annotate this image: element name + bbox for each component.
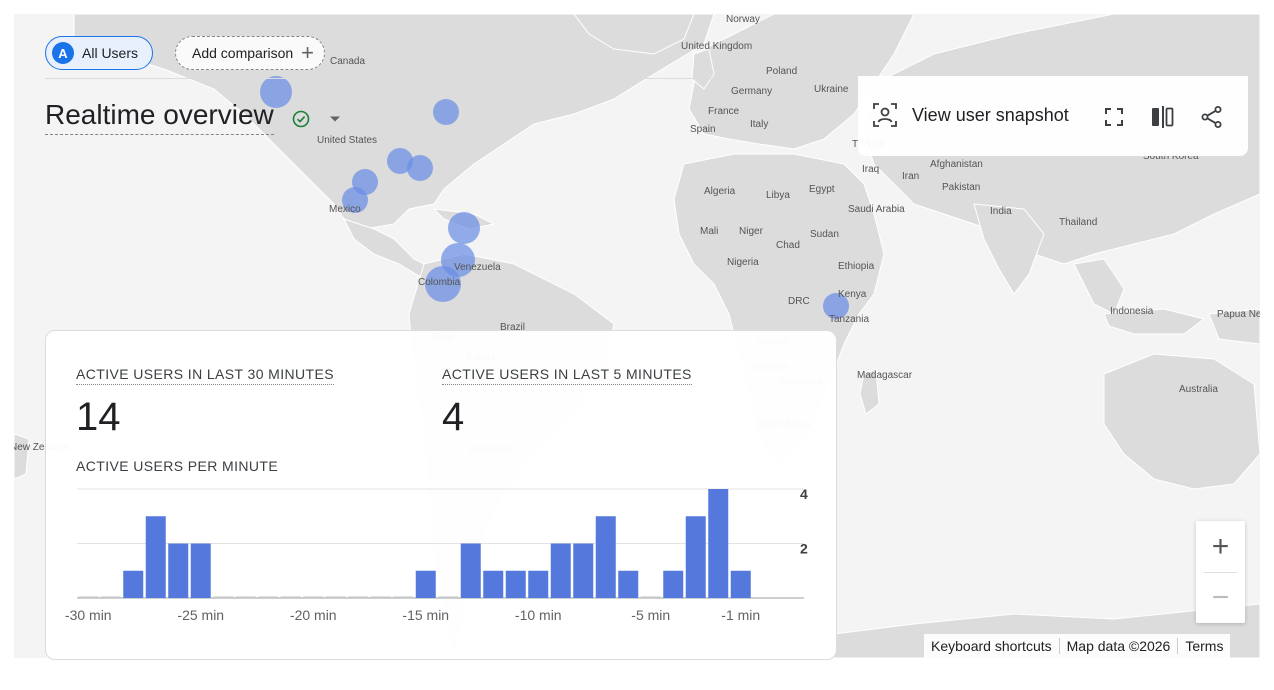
x-tick-label: -5 min: [631, 607, 670, 623]
country-label: India: [990, 206, 1012, 217]
country-label: Madagascar: [857, 370, 913, 381]
chart-bar[interactable]: [550, 543, 571, 599]
segment-badge: A: [52, 42, 74, 64]
chart-bar[interactable]: [685, 516, 706, 598]
x-tick-label: -1 min: [721, 607, 760, 623]
metric-label-30min[interactable]: ACTIVE USERS IN LAST 30 MINUTES: [76, 366, 334, 385]
zoom-out-button[interactable]: −: [1196, 572, 1245, 623]
country-label: Kenya: [838, 289, 867, 300]
x-tick-label: -25 min: [177, 607, 224, 623]
country-label: Ukraine: [814, 84, 849, 95]
country-label: United Kingdom: [681, 41, 753, 52]
chart-bar[interactable]: [460, 543, 481, 599]
chart-bar[interactable]: [573, 543, 594, 599]
chart-bar[interactable]: [483, 570, 504, 598]
country-label: Niger: [739, 226, 763, 237]
chart-bar[interactable]: [190, 543, 211, 599]
chart-bar[interactable]: [730, 570, 751, 598]
chart-bar[interactable]: [123, 570, 144, 598]
caret-down-icon[interactable]: [329, 115, 341, 123]
share-icon[interactable]: [1200, 105, 1224, 129]
metric-value-5min: 4: [442, 395, 465, 439]
add-comparison-button[interactable]: Add comparison +: [175, 36, 326, 70]
y-tick-label: 2: [800, 541, 808, 557]
chart-bar[interactable]: [708, 489, 729, 598]
terms-link[interactable]: Terms: [1178, 638, 1230, 654]
check-circle-icon: [292, 110, 310, 128]
country-label: Italy: [750, 119, 769, 130]
country-label: Sudan: [810, 229, 839, 240]
map-data-credit: Map data ©2026: [1060, 638, 1179, 654]
country-label: Indonesia: [1110, 306, 1154, 317]
x-tick-label: -30 min: [65, 607, 112, 623]
x-tick-label: -15 min: [402, 607, 449, 623]
location-bubble: [433, 99, 459, 125]
country-label: Australia: [1179, 384, 1218, 395]
country-label: Mali: [700, 226, 719, 237]
country-label: Nigeria: [727, 257, 759, 268]
x-tick-label: -10 min: [515, 607, 562, 623]
chart-bar[interactable]: [595, 516, 616, 598]
country-label: Poland: [766, 66, 798, 77]
location-bubble: [407, 155, 433, 181]
metric-label-5min[interactable]: ACTIVE USERS IN LAST 5 MINUTES: [442, 366, 692, 385]
country-label: Algeria: [704, 186, 736, 197]
chart-bar[interactable]: [618, 570, 639, 598]
chart-bar[interactable]: [505, 570, 526, 598]
segment-chip-all-users[interactable]: A All Users: [45, 36, 154, 70]
per-minute-label: ACTIVE USERS PER MINUTE: [76, 458, 279, 474]
keyboard-shortcuts-link[interactable]: Keyboard shortcuts: [924, 638, 1060, 654]
country-label: Norway: [726, 14, 760, 25]
chart-bar[interactable]: [415, 570, 436, 598]
plus-icon: +: [301, 40, 315, 65]
country-label: France: [708, 106, 740, 117]
country-label: Colombia: [418, 277, 461, 288]
chart-bar[interactable]: [663, 570, 684, 598]
active-users-per-minute-chart[interactable]: -30 min -25 min -20 min -15 min -10 min -5 mi…: [46, 481, 838, 641]
chart-bar[interactable]: [528, 570, 549, 598]
country-label: Ethiopia: [838, 261, 875, 272]
country-label: Germany: [731, 86, 773, 97]
map-attribution: Keyboard shortcuts Map data ©2026 Terms: [924, 634, 1231, 658]
country-label: United States: [317, 135, 378, 146]
person-snapshot-icon: [873, 103, 897, 127]
country-label: Iraq: [862, 164, 880, 175]
country-label: Chad: [776, 240, 800, 251]
country-label: Pakistan: [942, 182, 981, 193]
chart-bar[interactable]: [168, 543, 189, 599]
y-tick-label: 4: [800, 486, 808, 502]
view-user-snapshot-label: View user snapshot: [912, 104, 1069, 125]
view-user-snapshot-button[interactable]: View user snapshot: [872, 102, 1069, 128]
country-label: Spain: [690, 124, 716, 135]
compare-icon[interactable]: [1150, 105, 1174, 129]
page-title[interactable]: Realtime overview: [45, 98, 274, 135]
location-bubble: [448, 212, 480, 244]
metric-value-30min: 14: [76, 395, 121, 439]
fullscreen-icon[interactable]: [1102, 105, 1126, 129]
country-label: Mexico: [329, 204, 361, 215]
country-label: DRC: [788, 296, 810, 307]
add-comparison-label: Add comparison: [192, 45, 294, 61]
report-toolbar: View user snapshot: [858, 76, 1248, 156]
segment-label: All Users: [82, 45, 139, 61]
country-label: Saudi Arabia: [848, 204, 905, 215]
map-zoom-controls: + −: [1196, 521, 1245, 623]
zoom-in-button[interactable]: +: [1196, 521, 1245, 572]
country-label: Venezuela: [454, 262, 501, 273]
country-label: Egypt: [809, 184, 835, 195]
country-label: Iran: [902, 171, 920, 182]
realtime-card: ACTIVE USERS IN LAST 30 MINUTES 14 ACTIV…: [45, 330, 837, 660]
country-label: Thailand: [1059, 217, 1098, 228]
country-label: Tanzania: [829, 314, 870, 325]
chart-bar[interactable]: [145, 516, 166, 598]
country-label: Libya: [766, 190, 790, 201]
realtime-page: Norway United Kingdom Poland Germany Ukraine…: [0, 0, 1274, 690]
x-tick-label: -20 min: [290, 607, 337, 623]
country-label: Afghanistan: [930, 159, 983, 170]
country-label: Papua New Guinea: [1217, 309, 1260, 320]
country-label: Canada: [330, 56, 366, 67]
